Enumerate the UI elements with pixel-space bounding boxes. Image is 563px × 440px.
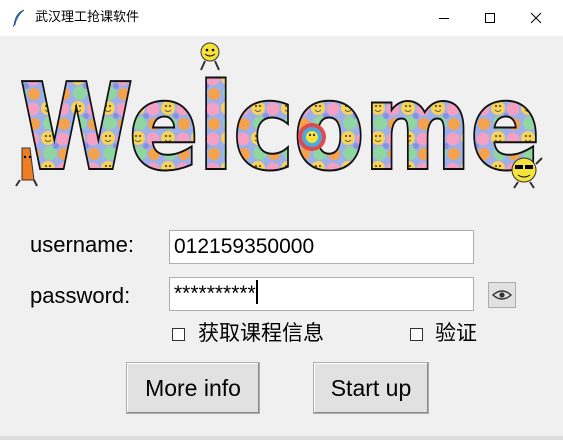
feather-icon [12,9,25,27]
username-value: 012159350000 [174,235,315,258]
close-button[interactable] [513,0,559,36]
start-up-button[interactable]: Start up [313,362,429,414]
fetch-course-info-checkbox[interactable] [172,328,185,341]
password-value: ********** [174,282,256,305]
username-input[interactable]: 012159350000 [169,230,474,264]
close-icon [530,12,542,24]
app-window: 武汉理工抢课软件 Welcome username: 012159350000 … [0,0,563,440]
window-title: 武汉理工抢课软件 [35,10,140,25]
show-password-button[interactable] [488,282,516,308]
welcome-text: Welcome [20,58,540,190]
verify-label: 验证 [435,321,477,345]
password-label: password: [30,283,131,308]
maximize-icon [485,13,495,23]
verify-checkbox[interactable] [410,328,423,341]
window-bottom-edge [0,436,563,440]
target-smiley-in-o [298,123,326,151]
minimize-button[interactable] [421,0,467,36]
minimize-icon [439,18,449,19]
maximize-button[interactable] [467,0,513,36]
password-input[interactable]: ********** [169,277,474,311]
username-label: username: [30,232,134,257]
fetch-course-info-label: 获取课程信息 [198,321,324,345]
eye-icon [492,290,512,300]
text-caret [255,280,258,304]
title-bar: 武汉理工抢课软件 [0,0,563,36]
more-info-button[interactable]: More info [126,362,260,414]
welcome-banner: Welcome [15,42,543,190]
